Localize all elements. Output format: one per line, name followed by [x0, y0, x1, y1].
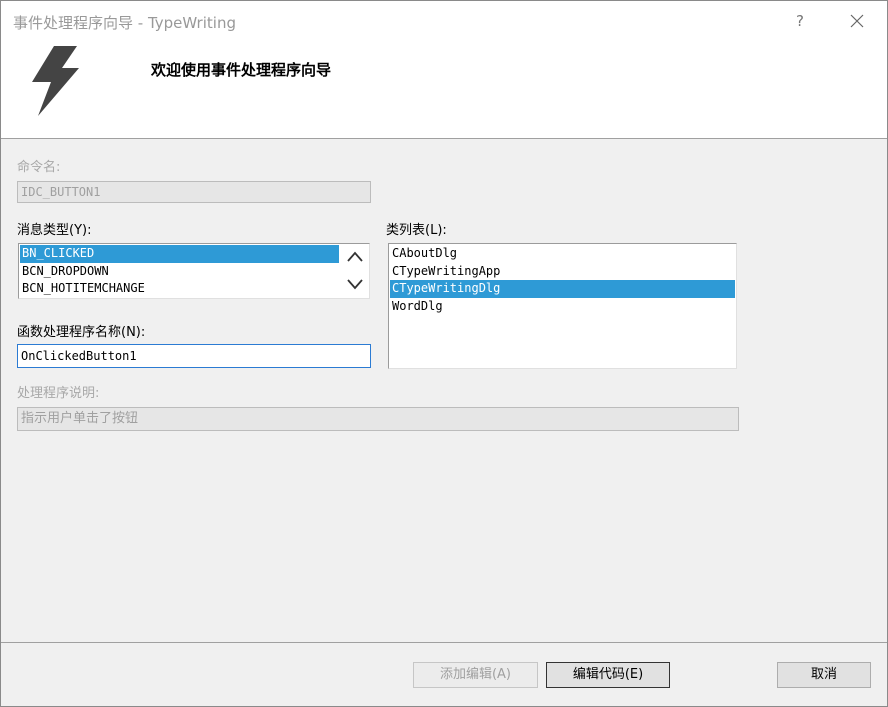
class-listbox[interactable]: CAboutDlg CTypeWritingApp CTypeWritingDl… — [388, 243, 737, 369]
window-title: 事件处理程序向导 - TypeWriting — [13, 14, 236, 32]
class-list-item[interactable]: CAboutDlg — [390, 245, 735, 263]
cancel-button[interactable]: 取消 — [777, 662, 871, 688]
scroll-up-icon[interactable] — [345, 247, 365, 267]
command-name-label: 命令名: — [17, 160, 61, 175]
help-button[interactable]: ? — [785, 9, 815, 33]
function-name-label: 函数处理程序名称(N): — [17, 325, 146, 340]
class-list-item[interactable]: CTypeWritingDlg — [390, 280, 735, 298]
message-type-item[interactable]: BCN_HOTITEMCHANGE — [20, 280, 339, 298]
class-list-item[interactable]: WordDlg — [390, 298, 735, 316]
header-title: 欢迎使用事件处理程序向导 — [151, 61, 332, 79]
message-type-listbox[interactable]: BN_CLICKED BCN_DROPDOWN BCN_HOTITEMCHANG… — [18, 243, 370, 299]
wizard-header: 欢迎使用事件处理程序向导 — [1, 41, 887, 139]
scroll-down-icon[interactable] — [345, 274, 365, 294]
close-button[interactable] — [842, 9, 872, 33]
message-type-scrollbar[interactable] — [341, 244, 369, 298]
close-icon — [850, 14, 864, 28]
event-handler-wizard-dialog: 事件处理程序向导 - TypeWriting ? 欢迎使用事件处理程序向导 命令… — [0, 0, 888, 707]
lightning-bolt-icon — [32, 46, 79, 116]
class-list-label: 类列表(L): — [386, 223, 447, 238]
edit-code-button[interactable]: 编辑代码(E) — [546, 662, 670, 688]
handler-description-label: 处理程序说明: — [17, 386, 100, 401]
add-edit-button[interactable]: 添加编辑(A) — [413, 662, 538, 688]
handler-description-field[interactable]: 指示用户单击了按钮 — [17, 407, 739, 431]
footer-divider — [1, 642, 887, 643]
function-name-input[interactable]: OnClickedButton1 — [17, 344, 371, 368]
command-name-field[interactable]: IDC_BUTTON1 — [17, 181, 371, 203]
message-type-label: 消息类型(Y): — [17, 223, 92, 238]
class-list-item[interactable]: CTypeWritingApp — [390, 263, 735, 281]
title-bar: 事件处理程序向导 - TypeWriting ? — [1, 1, 887, 41]
message-type-item[interactable]: BCN_DROPDOWN — [20, 263, 339, 281]
message-type-item[interactable]: BN_CLICKED — [20, 245, 339, 263]
